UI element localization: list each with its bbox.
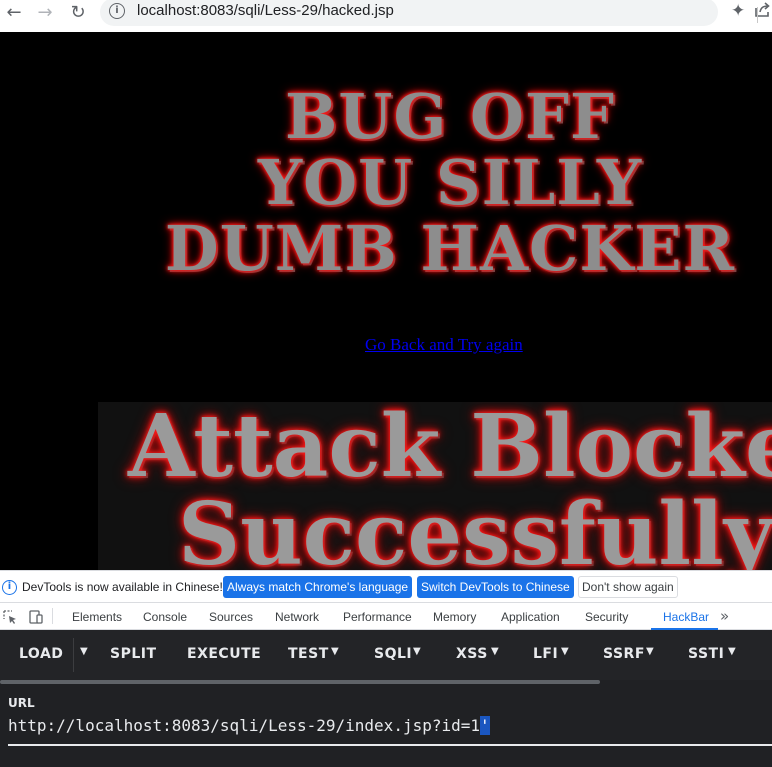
address-bar-url[interactable]: localhost:8083/sqli/Less-29/hacked.jsp <box>137 2 394 19</box>
ssrf-button[interactable]: SSRF <box>603 646 645 662</box>
tab-bar-divider <box>52 608 53 624</box>
split-button[interactable]: SPLIT <box>110 646 157 662</box>
notice-text: DevTools is now available in Chinese! <box>22 580 223 594</box>
toolbar-scrollbar[interactable] <box>0 680 600 684</box>
load-button[interactable]: LOAD <box>19 646 63 662</box>
xss-caret-icon[interactable]: ▼ <box>491 646 499 657</box>
browser-toolbar: ← → ↻ i localhost:8083/sqli/Less-29/hack… <box>0 0 772 32</box>
url-input-value[interactable]: http://localhost:8083/sqli/Less-29/index… <box>8 716 480 735</box>
load-dropdown-caret-icon[interactable]: ▼ <box>80 646 88 657</box>
go-back-link[interactable]: Go Back and Try again <box>365 335 523 355</box>
test-button[interactable]: TEST <box>288 646 329 662</box>
reload-icon[interactable]: ↻ <box>66 0 90 24</box>
toolbar-divider <box>757 7 758 23</box>
bug-off-banner: BUG OFF YOU SILLY DUMB HACKER <box>150 84 750 282</box>
arrow-left-icon[interactable]: ← <box>2 0 26 24</box>
url-label: URL <box>8 696 35 710</box>
url-input-underline <box>8 744 772 746</box>
ssti-caret-icon[interactable]: ▼ <box>728 646 736 657</box>
tab-network[interactable]: Network <box>275 610 319 624</box>
banner-line-2: YOU SILLY <box>257 146 643 219</box>
tab-memory[interactable]: Memory <box>433 610 476 624</box>
xss-button[interactable]: XSS <box>456 646 488 662</box>
hackbar-panel: LOAD ▼ SPLIT EXECUTE TEST ▼ SQLI ▼ XSS ▼… <box>0 630 772 767</box>
hackbar-toolbar: LOAD ▼ SPLIT EXECUTE TEST ▼ SQLI ▼ XSS ▼… <box>0 630 772 680</box>
sqli-caret-icon[interactable]: ▼ <box>413 646 421 657</box>
ssrf-caret-icon[interactable]: ▼ <box>646 646 654 657</box>
devtools-language-notice: i DevTools is now available in Chinese! … <box>0 570 772 602</box>
lfi-caret-icon[interactable]: ▼ <box>561 646 569 657</box>
load-divider <box>73 638 74 672</box>
arrow-right-icon[interactable]: → <box>33 0 57 24</box>
tab-security[interactable]: Security <box>585 610 628 624</box>
device-toolbar-icon[interactable] <box>28 609 44 625</box>
tab-sources[interactable]: Sources <box>209 610 253 624</box>
info-icon: i <box>2 580 17 595</box>
tab-console[interactable]: Console <box>143 610 187 624</box>
tab-performance[interactable]: Performance <box>343 610 412 624</box>
tab-elements[interactable]: Elements <box>72 610 122 624</box>
ssti-button[interactable]: SSTI <box>688 646 724 662</box>
always-match-language-button[interactable]: Always match Chrome's language <box>223 576 413 598</box>
blocked-line-2: Successfully <box>178 484 772 571</box>
tab-hackbar[interactable]: HackBar <box>663 610 709 624</box>
chevron-double-right-icon[interactable]: » <box>720 607 729 625</box>
sqli-button[interactable]: SQLI <box>374 646 412 662</box>
url-input-selection[interactable]: ' <box>480 716 490 735</box>
attack-blocked-image: Attack Blocked Successfully <box>98 402 772 570</box>
banner-line-3: DUMB HACKER <box>164 212 736 285</box>
execute-button[interactable]: EXECUTE <box>187 646 261 662</box>
switch-devtools-chinese-button[interactable]: Switch DevTools to Chinese <box>417 576 574 598</box>
share-icon[interactable] <box>752 0 772 20</box>
url-input[interactable]: http://localhost:8083/sqli/Less-29/index… <box>8 716 772 744</box>
info-icon[interactable]: i <box>109 3 125 19</box>
address-bar[interactable]: i localhost:8083/sqli/Less-29/hacked.jsp… <box>100 0 770 26</box>
inspect-element-icon[interactable] <box>2 609 18 625</box>
page-viewport: BUG OFF YOU SILLY DUMB HACKER Go Back an… <box>0 32 772 570</box>
puzzle-icon[interactable]: ✦ <box>731 1 745 21</box>
banner-line-1: BUG OFF <box>284 80 616 153</box>
blocked-line-1: Attack Blocked <box>128 402 772 497</box>
test-caret-icon[interactable]: ▼ <box>331 646 339 657</box>
lfi-button[interactable]: LFI <box>533 646 558 662</box>
devtools-tab-bar: Elements Console Sources Network Perform… <box>0 602 772 630</box>
tab-application[interactable]: Application <box>501 610 560 624</box>
dont-show-again-button[interactable]: Don't show again <box>578 576 678 598</box>
